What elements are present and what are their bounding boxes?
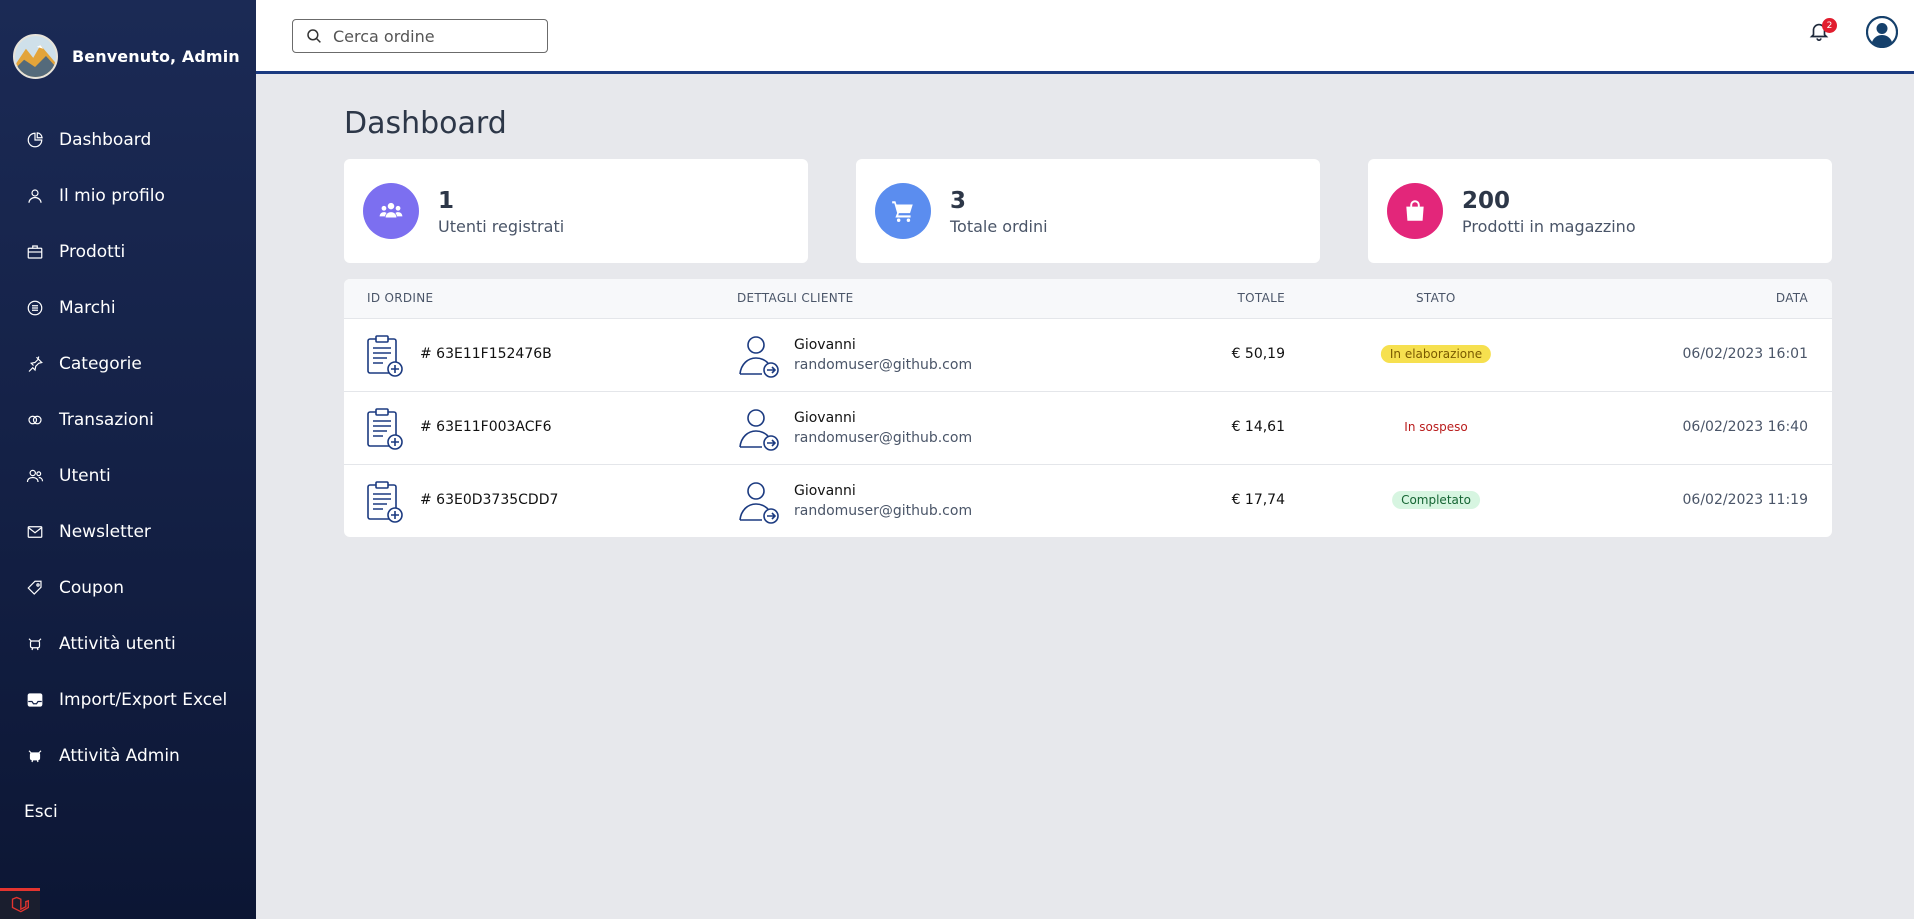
transactions-icon — [24, 409, 46, 431]
order-id: # 63E11F003ACF6 — [420, 419, 552, 435]
customer-name: Giovanni — [794, 410, 856, 426]
sidebar-item-label: Prodotti — [59, 242, 126, 262]
order-date: 06/02/2023 11:19 — [1682, 492, 1809, 508]
sidebar-item-label: Il mio profilo — [59, 186, 165, 206]
customer-icon — [739, 336, 779, 378]
customer-icon — [739, 409, 779, 451]
order-total: € 14,61 — [1231, 419, 1285, 435]
sidebar-item-label: Newsletter — [59, 522, 151, 542]
sidebar-item-label: Dashboard — [59, 130, 152, 150]
page-title: Dashboard — [344, 106, 507, 141]
clipboard-add-icon — [367, 408, 403, 450]
cart-icon — [875, 183, 931, 239]
admin-avatar[interactable] — [13, 33, 58, 79]
sidebar-item-admin-activity[interactable]: Attività Admin — [0, 728, 256, 784]
stat-card-orders: 3 Totale ordini — [856, 159, 1320, 263]
status-badge: In sospeso — [1404, 420, 1468, 434]
table-row[interactable]: # 63E0D3735CDD7 Giovanni randomuser@gith… — [344, 465, 1832, 537]
clipboard-add-icon — [367, 481, 403, 523]
sidebar-item-newsletter[interactable]: Newsletter — [0, 504, 256, 560]
customer-name: Giovanni — [794, 483, 856, 499]
order-date: 06/02/2023 16:40 — [1682, 419, 1809, 435]
list-circle-icon — [24, 297, 46, 319]
sidebar-item-label: Marchi — [59, 298, 116, 318]
customer-email: randomuser@github.com — [794, 503, 973, 519]
tag-icon — [24, 577, 46, 599]
sidebar: Benvenuto, Admin Dashboard Il mio profil… — [0, 0, 256, 919]
header-total: TOTALE — [1237, 291, 1285, 305]
brand: Benvenuto, Admin — [0, 0, 256, 112]
header-customer: DETTAGLI CLIENTE — [737, 291, 854, 305]
topbar: 2 — [256, 0, 1914, 74]
order-id: # 63E0D3735CDD7 — [420, 492, 559, 508]
header-date: DATA — [1775, 291, 1808, 305]
header-status: STATO — [1416, 291, 1456, 305]
stat-card-products: 200 Prodotti in magazzino — [1368, 159, 1832, 263]
customer-name: Giovanni — [794, 337, 856, 353]
sidebar-item-transactions[interactable]: Transazioni — [0, 392, 256, 448]
stat-label: Utenti registrati — [438, 216, 565, 236]
table-row[interactable]: # 63E11F152476B Giovanni randomuser@gith… — [344, 319, 1832, 392]
order-date: 06/02/2023 16:01 — [1682, 346, 1809, 362]
user-icon — [24, 185, 46, 207]
search-box[interactable] — [292, 19, 548, 53]
admin-activity-icon — [24, 745, 46, 767]
sidebar-item-profile[interactable]: Il mio profilo — [0, 168, 256, 224]
status-badge: In elaborazione — [1380, 345, 1492, 363]
logout-label: Esci — [24, 802, 58, 822]
search-icon — [307, 29, 321, 43]
sidebar-item-dashboard[interactable]: Dashboard — [0, 112, 256, 168]
users-icon — [24, 465, 46, 487]
sidebar-item-label: Utenti — [59, 466, 111, 486]
pin-icon — [24, 353, 46, 375]
users-group-icon — [363, 183, 419, 239]
inbox-icon — [24, 689, 46, 711]
user-avatar-icon[interactable] — [1865, 15, 1899, 49]
clipboard-add-icon — [367, 335, 403, 377]
status-badge: Completato — [1392, 491, 1480, 509]
sidebar-nav: Dashboard Il mio profilo Prodotti Marchi… — [0, 112, 256, 840]
order-id: # 63E11F152476B — [420, 346, 552, 362]
activity-icon — [24, 633, 46, 655]
sidebar-item-coupon[interactable]: Coupon — [0, 560, 256, 616]
sidebar-item-label: Categorie — [59, 354, 142, 374]
search-input[interactable] — [333, 26, 533, 46]
sidebar-item-label: Import/Export Excel — [59, 690, 228, 710]
orders-table: ID ORDINE DETTAGLI CLIENTE TOTALE STATO … — [344, 279, 1832, 537]
sidebar-item-user-activity[interactable]: Attività utenti — [0, 616, 256, 672]
notification-badge: 2 — [1822, 18, 1837, 33]
stat-label: Totale ordini — [950, 216, 1048, 236]
sidebar-item-brands[interactable]: Marchi — [0, 280, 256, 336]
customer-email: randomuser@github.com — [794, 430, 973, 446]
pie-chart-icon — [24, 129, 46, 151]
orders-table-header: ID ORDINE DETTAGLI CLIENTE TOTALE STATO … — [344, 279, 1832, 319]
stat-value: 1 — [438, 187, 455, 214]
stat-value: 3 — [950, 187, 967, 214]
sidebar-item-products[interactable]: Prodotti — [0, 224, 256, 280]
sidebar-item-label: Coupon — [59, 578, 125, 598]
table-row[interactable]: # 63E11F003ACF6 Giovanni randomuser@gith… — [344, 392, 1832, 465]
header-order-id: ID ORDINE — [367, 291, 434, 305]
order-total: € 17,74 — [1231, 492, 1285, 508]
laravel-icon[interactable] — [0, 888, 40, 919]
logout-link[interactable]: Esci — [0, 784, 256, 840]
sidebar-item-label: Attività Admin — [59, 746, 180, 766]
mail-icon — [24, 521, 46, 543]
customer-icon — [739, 482, 779, 524]
sidebar-item-categories[interactable]: Categorie — [0, 336, 256, 392]
stat-value: 200 — [1462, 187, 1511, 214]
briefcase-icon — [24, 241, 46, 263]
customer-email: randomuser@github.com — [794, 357, 973, 373]
shopping-bag-icon — [1387, 183, 1443, 239]
sidebar-item-label: Attività utenti — [59, 634, 176, 654]
notification-button[interactable]: 2 — [1808, 18, 1837, 46]
stat-card-users: 1 Utenti registrati — [344, 159, 808, 263]
order-total: € 50,19 — [1231, 346, 1285, 362]
stat-label: Prodotti in magazzino — [1462, 216, 1636, 236]
sidebar-item-users[interactable]: Utenti — [0, 448, 256, 504]
welcome-text: Benvenuto, Admin — [72, 46, 240, 66]
sidebar-item-label: Transazioni — [59, 410, 154, 430]
sidebar-item-import-export[interactable]: Import/Export Excel — [0, 672, 256, 728]
